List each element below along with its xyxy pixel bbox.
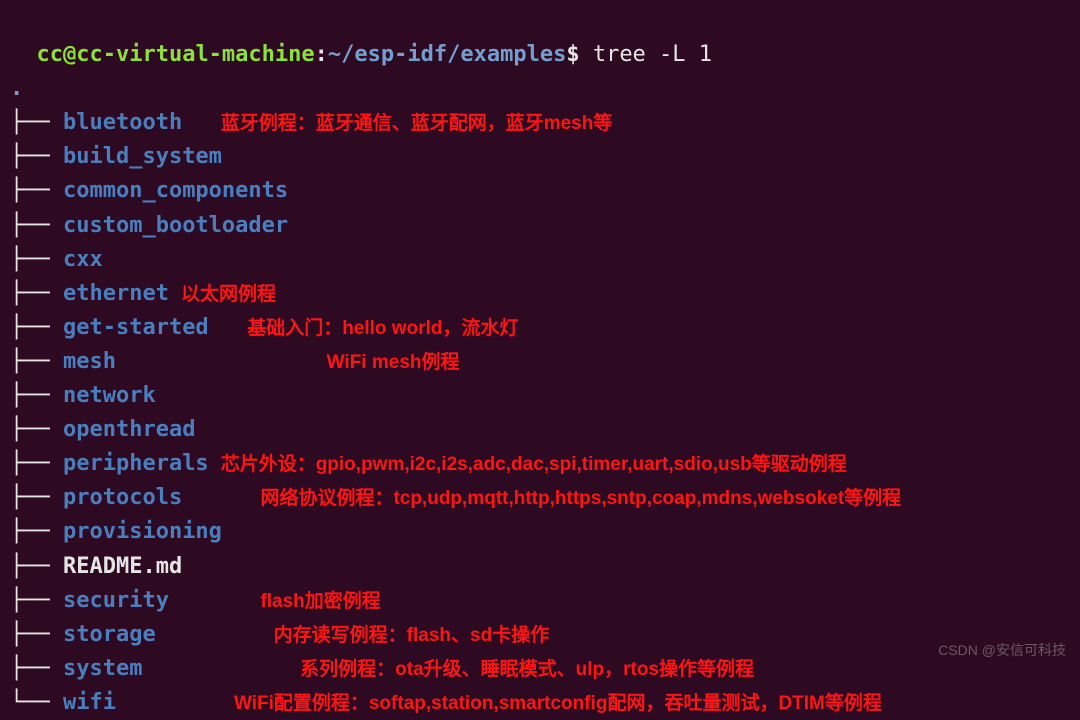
tree-branch: ├── [10, 140, 63, 174]
tree-row: ├── mesh WiFi mesh例程 [10, 345, 1070, 379]
annotation: 芯片外设：gpio,pwm,i2c,i2s,adc,dac,spi,timer,… [221, 450, 847, 479]
tree-row: ├── common_components [10, 174, 1070, 208]
annotation-pad [169, 584, 248, 618]
tree-output: ├── bluetooth 蓝牙例程：蓝牙通信、蓝牙配网，蓝牙mesh等├── … [10, 106, 1070, 720]
annotation-pad [116, 686, 222, 720]
tree-row: ├── openthread [10, 413, 1070, 447]
tree-dir-name: get-started [63, 311, 209, 345]
watermark: CSDN @安信可科技 [938, 640, 1066, 662]
tree-branch: ├── [10, 652, 63, 686]
annotation-pad [156, 618, 262, 652]
annotation-pad [116, 345, 315, 379]
annotation: 以太网例程 [181, 280, 276, 309]
tree-row: ├── ethernet 以太网例程 [10, 277, 1070, 311]
annotation-pad [209, 311, 236, 345]
tree-branch: ├── [10, 584, 63, 618]
annotation: 系列例程：ota升级、睡眠模式、ulp，rtos操作等例程 [300, 655, 754, 684]
tree-branch: ├── [10, 618, 63, 652]
annotation-pad [182, 106, 209, 140]
tree-branch: ├── [10, 447, 63, 481]
prompt-dollar: $ [566, 42, 579, 67]
tree-dir-name: openthread [63, 413, 195, 447]
prompt-path: ~/esp-idf/examples [328, 42, 566, 67]
tree-dir-name: bluetooth [63, 106, 182, 140]
tree-dir-name: network [63, 379, 156, 413]
tree-dir-name: system [63, 652, 142, 686]
tree-branch: ├── [10, 209, 63, 243]
annotation: WiFi mesh例程 [327, 348, 460, 377]
tree-dir-name: protocols [63, 481, 182, 515]
tree-branch: ├── [10, 277, 63, 311]
tree-row: ├── get-started 基础入门：hello world，流水灯 [10, 311, 1070, 345]
tree-branch: ├── [10, 174, 63, 208]
tree-row: ├── peripherals 芯片外设：gpio,pwm,i2c,i2s,adc… [10, 447, 1070, 481]
tree-branch: ├── [10, 481, 63, 515]
tree-dir-name: custom_bootloader [63, 209, 288, 243]
annotation: 内存读写例程：flash、sd卡操作 [274, 621, 550, 650]
tree-branch: ├── [10, 243, 63, 277]
tree-dir-name: wifi [63, 686, 116, 720]
tree-branch: ├── [10, 550, 63, 584]
tree-dir-name: common_components [63, 174, 288, 208]
tree-row: ├── cxx [10, 243, 1070, 277]
annotation: WiFi配置例程：softap,station,smartconfig配网，吞吐… [234, 689, 882, 718]
annotation-pad [182, 481, 248, 515]
tree-row: ├── protocols 网络协议例程：tcp,udp,mqtt,http,h… [10, 481, 1070, 515]
tree-dir-name: build_system [63, 140, 222, 174]
tree-root-dot: . [10, 72, 1070, 106]
tree-row: ├── provisioning [10, 515, 1070, 549]
tree-row: ├── custom_bootloader [10, 209, 1070, 243]
tree-branch: ├── [10, 106, 63, 140]
tree-dir-name: storage [63, 618, 156, 652]
tree-row: └── wifi WiFi配置例程：softap,station,smartco… [10, 686, 1070, 720]
tree-branch: ├── [10, 311, 63, 345]
annotation: 蓝牙例程：蓝牙通信、蓝牙配网，蓝牙mesh等 [221, 109, 613, 138]
tree-row: ├── storage 内存读写例程：flash、sd卡操作 [10, 618, 1070, 652]
tree-row: ├── bluetooth 蓝牙例程：蓝牙通信、蓝牙配网，蓝牙mesh等 [10, 106, 1070, 140]
tree-branch: ├── [10, 515, 63, 549]
tree-row: ├── README.md [10, 550, 1070, 584]
tree-file-name: README.md [63, 550, 182, 584]
tree-row: ├── build_system [10, 140, 1070, 174]
prompt-user-host: cc@cc-virtual-machine [37, 42, 315, 67]
tree-row: ├── network [10, 379, 1070, 413]
tree-branch: ├── [10, 379, 63, 413]
annotation: 基础入门：hello world，流水灯 [247, 314, 518, 343]
prompt-command[interactable]: tree -L 1 [580, 42, 712, 67]
annotation: 网络协议例程：tcp,udp,mqtt,http,https,sntp,coap… [260, 484, 901, 513]
tree-dir-name: cxx [63, 243, 103, 277]
annotation-pad [142, 652, 288, 686]
tree-dir-name: security [63, 584, 169, 618]
tree-branch: ├── [10, 345, 63, 379]
tree-row: ├── security flash加密例程 [10, 584, 1070, 618]
tree-dir-name: peripherals [63, 447, 209, 481]
prompt-colon: : [315, 42, 328, 67]
tree-branch: ├── [10, 413, 63, 447]
tree-dir-name: provisioning [63, 515, 222, 549]
tree-row: ├── system 系列例程：ota升级、睡眠模式、ulp，rtos操作等例程 [10, 652, 1070, 686]
annotation: flash加密例程 [260, 587, 380, 616]
tree-branch: └── [10, 686, 63, 720]
tree-dir-name: ethernet [63, 277, 169, 311]
tree-dir-name: mesh [63, 345, 116, 379]
prompt-line: cc@cc-virtual-machine:~/esp-idf/examples… [10, 4, 1070, 72]
